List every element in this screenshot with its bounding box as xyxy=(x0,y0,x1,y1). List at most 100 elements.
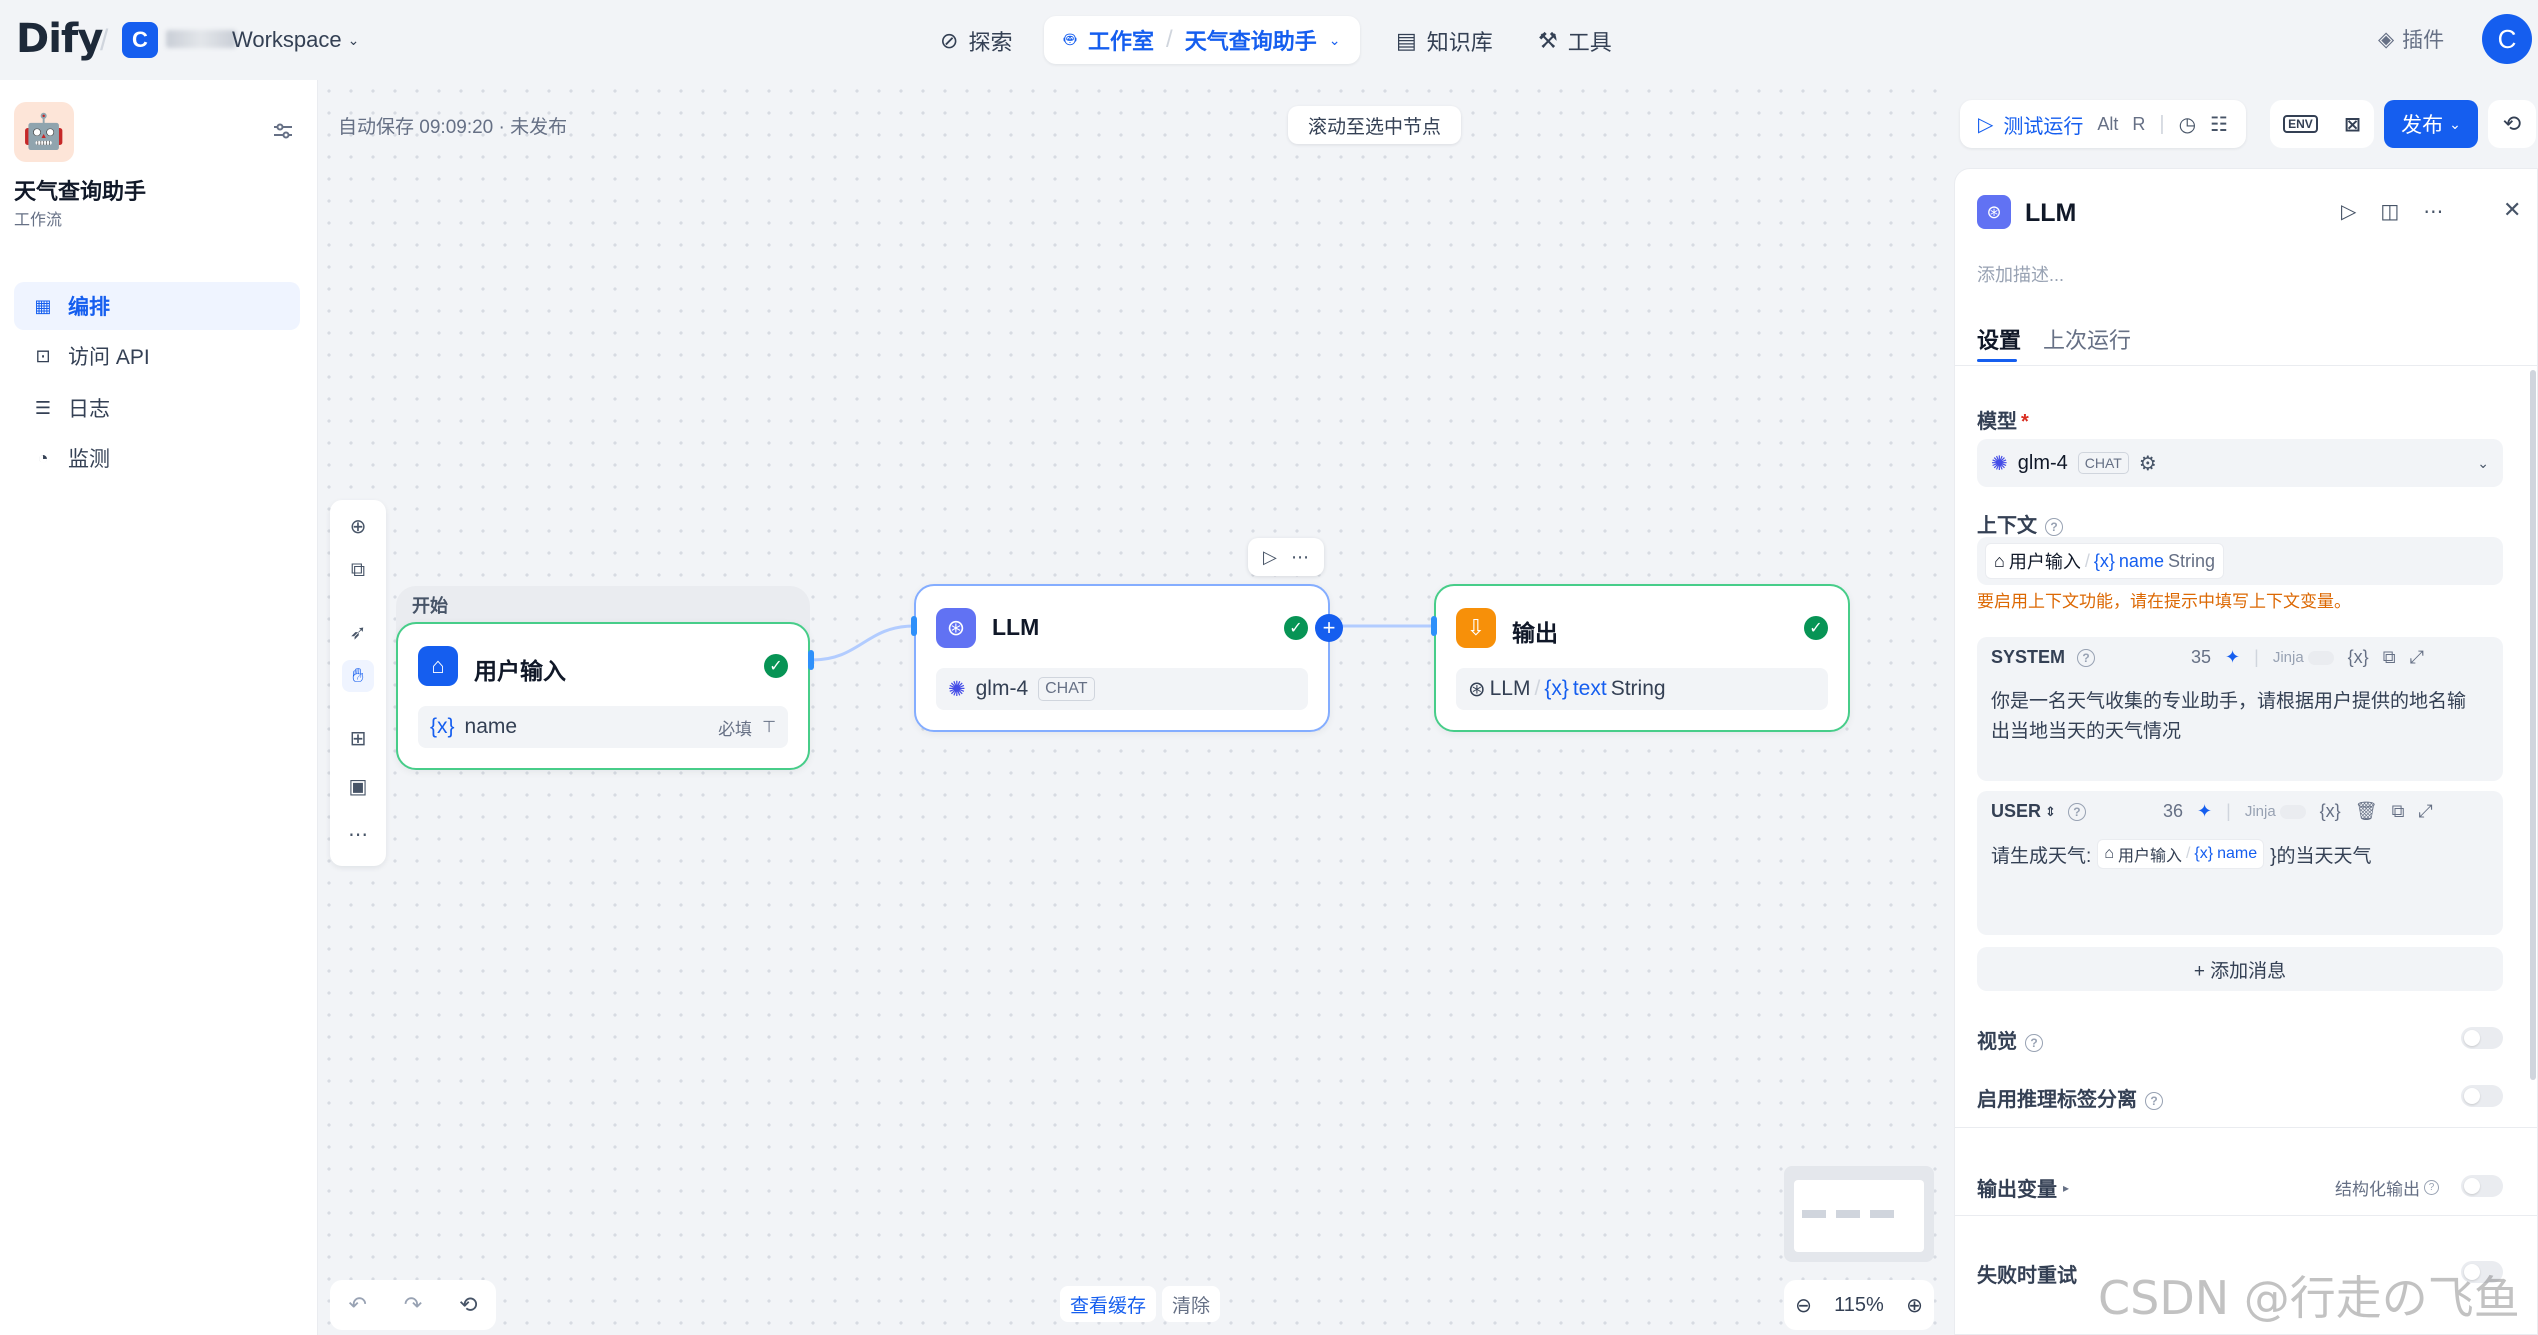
variable-box-icon[interactable]: ⊠ xyxy=(2344,112,2361,137)
help-icon[interactable]: ? xyxy=(2067,802,2086,821)
clear-cache-button[interactable]: 清除 xyxy=(1162,1286,1221,1322)
help-icon[interactable]: ? xyxy=(2424,1180,2439,1195)
model-mode-tag: CHAT xyxy=(1038,677,1095,701)
more-icon[interactable]: ⋯ xyxy=(2423,199,2443,224)
copy-icon[interactable]: ⧉ xyxy=(2383,647,2396,668)
model-selector[interactable]: ✺ glm-4 CHAT ⚙ ⌄ xyxy=(1977,439,2503,487)
variable-icon: {x} xyxy=(1544,677,1569,700)
home-icon: ⌂ xyxy=(2104,845,2114,862)
insert-variable-icon[interactable]: {x} xyxy=(2320,801,2341,822)
env-controls: ENV ⊠ xyxy=(2270,100,2374,148)
history-icon[interactable]: ⟲ xyxy=(459,1292,477,1318)
reasoning-label: 启用推理标签分离? xyxy=(1977,1083,2163,1112)
start-node[interactable]: ⌂ 用户输入 ✓ {x} name 必填 ⊤ xyxy=(396,622,810,770)
help-icon[interactable]: ? xyxy=(2145,1091,2163,1110)
system-prompt-editor[interactable]: SYSTEM? 35 ✦ | Jinja {x} ⧉ ⤢ 你是一名天气收集的专业… xyxy=(1977,637,2503,781)
feature-list-icon[interactable]: ☷ xyxy=(2210,112,2228,137)
user-role-label[interactable]: USER ⇕? xyxy=(1991,801,2086,822)
divider: | xyxy=(2159,112,2165,135)
zoom-level[interactable]: 115% xyxy=(1834,1294,1884,1317)
add-next-node-button[interactable]: + xyxy=(1315,614,1343,642)
char-count: 36 xyxy=(2163,801,2184,821)
env-icon[interactable]: ENV xyxy=(2283,115,2318,133)
check-icon: ✓ xyxy=(764,654,788,678)
panel-scrollbar[interactable] xyxy=(2530,370,2536,1080)
variable-icon: {x} xyxy=(430,715,455,738)
sparkle-icon[interactable]: ✦ xyxy=(2225,647,2240,668)
close-icon[interactable]: ✕ xyxy=(2503,197,2521,223)
split-view-icon[interactable]: ◫ xyxy=(2380,199,2399,224)
help-icon[interactable]: ? xyxy=(2077,648,2096,667)
updown-icon: ⇕ xyxy=(2045,803,2056,819)
test-run-button[interactable]: ▷ 测试运行 xyxy=(1978,110,2083,139)
structured-output-toggle[interactable] xyxy=(2461,1175,2503,1197)
tab-settings[interactable]: 设置 xyxy=(1977,323,2021,355)
minimap-viewport xyxy=(1794,1180,1924,1252)
copy-icon[interactable]: ⧉ xyxy=(2392,801,2405,822)
output-var-row: ⊛ LLM / {x} text String xyxy=(1456,668,1828,710)
divider xyxy=(1955,365,2537,366)
zoom-out-icon[interactable]: ⊖ xyxy=(1795,1293,1812,1318)
publish-button[interactable]: 发布 ⌄ xyxy=(2384,100,2478,148)
panel-actions: ▷ ◫ ⋯ xyxy=(2341,199,2443,224)
llm-input-handle[interactable] xyxy=(911,616,917,636)
user-prompt-text[interactable]: 请生成天气: ⌂ 用户输入 / {x} name }的当天天气 xyxy=(1991,839,2372,869)
output-vars-toggle[interactable]: 输出变量 ▸ xyxy=(1977,1173,2069,1202)
start-var-name: name xyxy=(464,715,518,738)
user-prompt-editor[interactable]: USER ⇕? 36 ✦ | Jinja {x} 🗑︎ ⧉ ⤢ 请生成天气: ⌂ … xyxy=(1977,791,2503,935)
help-icon[interactable]: ? xyxy=(2025,1033,2043,1052)
play-icon[interactable]: ▷ xyxy=(2341,199,2356,224)
expand-icon[interactable]: ⤢ xyxy=(2410,647,2424,668)
start-output-handle[interactable] xyxy=(808,650,814,670)
home-icon: ⌂ xyxy=(1994,550,2005,571)
panel-title[interactable]: LLM xyxy=(2025,199,2076,228)
tab-last-run[interactable]: 上次运行 xyxy=(2043,323,2131,355)
retry-label: 失败时重试 xyxy=(1977,1265,2077,1287)
version-history-icon[interactable]: ⟲ xyxy=(2488,100,2536,148)
llm-icon: ⊛ xyxy=(1977,195,2011,229)
jinja-toggle[interactable]: Jinja xyxy=(2273,649,2334,666)
reasoning-toggle[interactable] xyxy=(2461,1085,2503,1107)
llm-model-name: glm-4 xyxy=(975,677,1029,700)
home-icon: ⌂ xyxy=(418,646,458,686)
history-controls: ↶ ↷ ⟲ xyxy=(330,1280,496,1330)
jinja-toggle[interactable]: Jinja xyxy=(2245,803,2306,820)
system-prompt-text[interactable]: 你是一名天气收集的专业助手，请根据用户提供的地名输出当地当天的天气情况 xyxy=(1991,687,2481,747)
output-src: LLM xyxy=(1489,677,1531,700)
play-icon[interactable]: ▷ xyxy=(1263,547,1277,568)
jinja-switch[interactable] xyxy=(2307,650,2334,665)
model-mode-tag: CHAT xyxy=(2077,452,2129,474)
jinja-label: Jinja xyxy=(2244,803,2276,820)
undo-icon[interactable]: ↶ xyxy=(348,1292,366,1318)
output-vars-text: 输出变量 xyxy=(1977,1179,2057,1201)
output-icon: ⇩ xyxy=(1456,608,1496,648)
prompt-variable-chip[interactable]: ⌂ 用户输入 / {x} name xyxy=(2097,839,2265,869)
context-selector[interactable]: ⌂ 用户输入 / {x} name String xyxy=(1977,537,2503,585)
jinja-switch[interactable] xyxy=(2279,804,2306,819)
context-var: name xyxy=(2118,550,2164,571)
description-input[interactable]: 添加描述... xyxy=(1977,261,2064,287)
redo-icon[interactable]: ↷ xyxy=(404,1292,422,1318)
vision-toggle[interactable] xyxy=(2461,1027,2503,1049)
node-actions: ▷ ⋯ xyxy=(1248,538,1324,576)
expand-icon[interactable]: ⤢ xyxy=(2418,801,2432,822)
more-icon[interactable]: ⋯ xyxy=(1291,547,1309,568)
model-params-icon[interactable]: ⚙ xyxy=(2139,451,2157,476)
zoom-in-icon[interactable]: ⊕ xyxy=(1906,1293,1923,1318)
view-cache-button[interactable]: 查看缓存 xyxy=(1060,1286,1157,1322)
char-count: 35 xyxy=(2191,647,2212,667)
llm-node[interactable]: ⊛ LLM ✓ ✺ glm-4 CHAT xyxy=(914,584,1330,732)
output-input-handle[interactable] xyxy=(1431,616,1437,636)
model-provider-icon: ✺ xyxy=(1991,452,2008,475)
check-icon: ✓ xyxy=(1804,616,1828,640)
checklist-icon[interactable]: ◷ xyxy=(2179,112,2196,137)
output-node[interactable]: ⇩ 输出 ✓ ⊛ LLM / {x} text String xyxy=(1434,584,1850,732)
sparkle-icon[interactable]: ✦ xyxy=(2197,801,2212,822)
insert-variable-icon[interactable]: {x} xyxy=(2348,647,2369,668)
help-icon[interactable]: ? xyxy=(2045,517,2063,536)
add-message-button[interactable]: + 添加消息 xyxy=(1977,947,2503,991)
edge-start-llm xyxy=(811,624,915,662)
delete-icon[interactable]: 🗑︎ xyxy=(2355,801,2378,822)
context-type: String xyxy=(2167,550,2215,571)
context-src: 用户输入 xyxy=(2008,552,2081,572)
